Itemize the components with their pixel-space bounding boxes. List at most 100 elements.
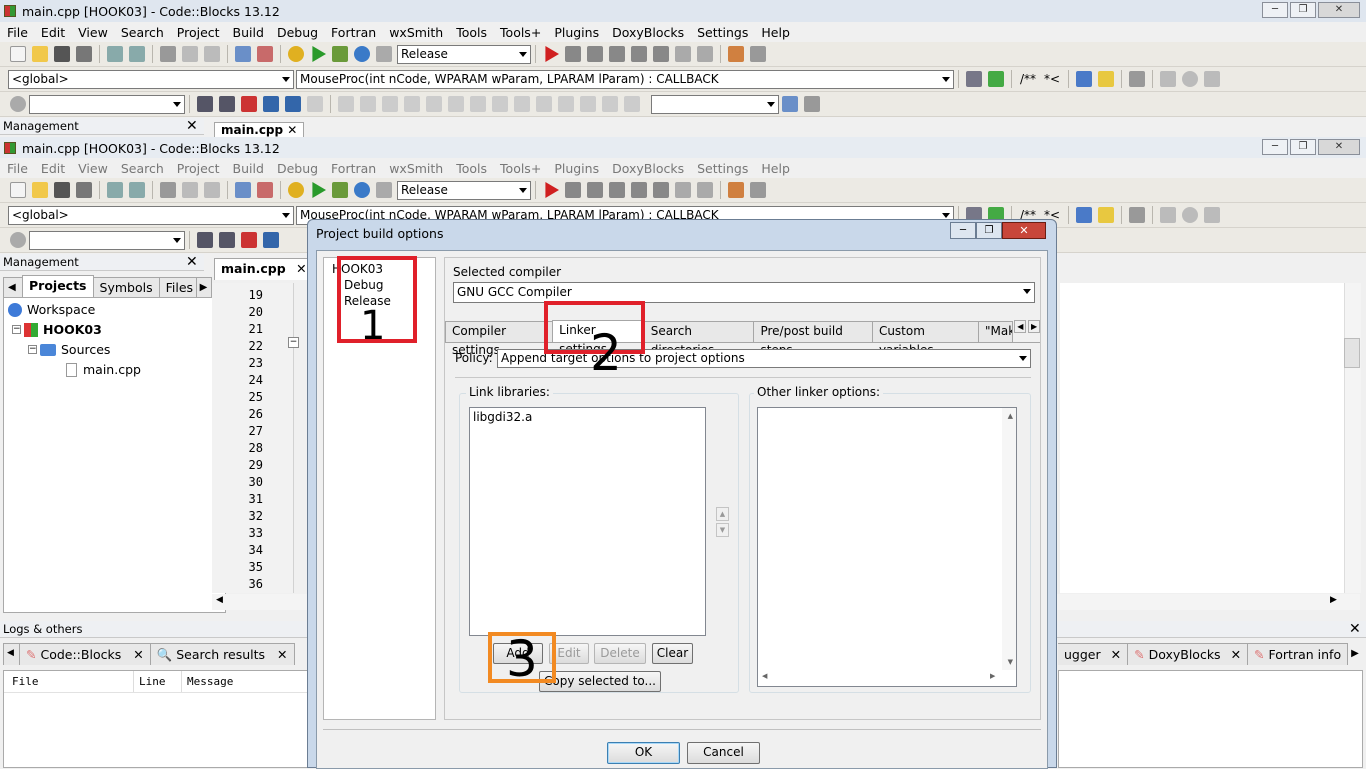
tree-workspace[interactable]: Workspace (8, 302, 95, 317)
f-run-icon[interactable] (312, 182, 326, 198)
menu-search[interactable]: Search (114, 25, 170, 40)
tab-make-commands[interactable]: "Make (978, 321, 1014, 342)
search-tab-close-icon[interactable]: ✕ (277, 647, 287, 662)
menu-toolsplus[interactable]: Tools+ (493, 25, 547, 40)
logs-tab-close-icon[interactable]: ✕ (133, 647, 143, 662)
build-gear-icon[interactable] (288, 46, 304, 62)
f-paste-icon[interactable] (204, 182, 220, 198)
tabs-right-arrow-icon[interactable]: ▶ (1028, 320, 1040, 333)
f-debug-pause-icon[interactable] (675, 182, 691, 198)
menu-wxsmith[interactable]: wxSmith (382, 25, 449, 40)
debug-run-icon[interactable] (545, 46, 559, 62)
doxy-line-comment[interactable]: *< (1044, 72, 1060, 86)
tab-prepost-build[interactable]: Pre/post build steps (753, 321, 873, 357)
f-debug-windows-icon[interactable] (728, 182, 744, 198)
f-debug-next-icon[interactable] (587, 182, 603, 198)
tabs-scroll-left-icon[interactable]: ◀ (3, 277, 23, 297)
debug-next-icon[interactable] (587, 46, 603, 62)
hscroll-right-icon[interactable]: ▶ (1330, 595, 1337, 605)
nav-forward-icon[interactable] (219, 96, 235, 112)
editor-text-area[interactable] (1060, 283, 1360, 593)
vscroll-down-icon[interactable]: ▼ (1008, 658, 1013, 666)
f-search-combo[interactable] (29, 230, 185, 250)
doxy-block-comment[interactable]: /** (1020, 72, 1036, 86)
f-highlight-icon[interactable] (241, 232, 257, 248)
save-all-icon[interactable] (76, 46, 92, 62)
menu-plugins[interactable]: Plugins (547, 25, 605, 40)
management-close-icon[interactable]: ✕ (186, 255, 198, 269)
col-line[interactable]: Line (134, 671, 182, 692)
back-editor-tab[interactable]: main.cpp ✕ (214, 122, 305, 138)
f-nav-forward-icon[interactable] (219, 232, 235, 248)
tabs-left-arrow-icon[interactable]: ◀ (1014, 320, 1027, 333)
debugger-tab-close-icon[interactable]: ✕ (1111, 647, 1121, 662)
doxy-tab-close-icon[interactable]: ✕ (1231, 647, 1241, 662)
f-doxy-help-icon[interactable] (1098, 207, 1115, 223)
front-maximize-icon[interactable]: ❐ (1290, 139, 1316, 155)
logs-tab-doxyblocks[interactable]: ✎ DoxyBlocks ✕ (1127, 643, 1249, 665)
logs-list[interactable]: File Line Message (3, 670, 308, 768)
hscroll-right-small-icon[interactable]: ▶ (990, 672, 995, 680)
f-open-folder-icon[interactable] (32, 182, 48, 198)
open-folder-icon[interactable] (32, 46, 48, 62)
f-abort-icon[interactable] (376, 182, 392, 198)
abort-icon[interactable] (376, 46, 392, 62)
logs-scroll-right-icon[interactable]: ▶ (1351, 643, 1359, 665)
widget-4-icon[interactable] (426, 96, 442, 112)
f-menu-toolsplus[interactable]: Tools+ (493, 161, 547, 176)
f-bookmark-next-icon[interactable] (1204, 207, 1221, 223)
other-linker-vscroll[interactable] (1002, 408, 1016, 670)
tree-project[interactable]: − HOOK03 (12, 322, 102, 337)
f-menu-fortran[interactable]: Fortran (324, 161, 382, 176)
f-debug-stop-icon[interactable] (697, 182, 713, 198)
f-debug-run-icon[interactable] (545, 182, 559, 198)
clear-search-icon[interactable] (10, 96, 26, 112)
build-target-select[interactable]: Release (397, 44, 531, 64)
build-run-icon[interactable] (332, 46, 348, 62)
redo-icon[interactable] (129, 46, 145, 62)
debug-windows-icon[interactable] (728, 46, 744, 62)
copy-icon[interactable] (182, 46, 198, 62)
f-menu-plugins[interactable]: Plugins (547, 161, 605, 176)
compiler-select[interactable]: GNU GCC Compiler (453, 282, 1035, 303)
logs-tab-codeblocks[interactable]: ✎ Code::Blocks ✕ (19, 643, 151, 665)
widget-7-icon[interactable] (492, 96, 508, 112)
zoom-in-icon[interactable] (558, 96, 574, 112)
f-menu-tools[interactable]: Tools (449, 161, 493, 176)
back-search-combo[interactable] (29, 94, 185, 114)
run-icon[interactable] (312, 46, 326, 62)
widget-9-icon[interactable] (536, 96, 552, 112)
close-icon[interactable]: ✕ (1318, 2, 1360, 18)
jump-decl-icon[interactable] (966, 71, 982, 87)
find-icon[interactable] (235, 46, 251, 62)
dialog-close-icon[interactable]: ✕ (1002, 222, 1046, 239)
widget-8-icon[interactable] (514, 96, 530, 112)
f-menu-help[interactable]: Help (754, 161, 796, 176)
back-search-combo-2[interactable] (651, 94, 779, 114)
hscroll-left-small-icon[interactable]: ◀ (762, 672, 767, 680)
f-save-icon[interactable] (54, 182, 70, 198)
move-down-icon[interactable]: ▼ (716, 523, 729, 537)
f-doxywizard-icon[interactable] (1076, 207, 1093, 223)
f-debug-step-icon[interactable] (565, 182, 581, 198)
f-clear-search-icon[interactable] (10, 232, 26, 248)
menu-debug[interactable]: Debug (270, 25, 324, 40)
col-message[interactable]: Message (182, 671, 233, 692)
paste-icon[interactable] (204, 46, 220, 62)
dialog-minimize-icon[interactable]: ─ (950, 222, 976, 239)
tab-search-directories[interactable]: Search directories (643, 321, 755, 357)
doxy-help-icon[interactable] (1098, 71, 1115, 87)
menu-view[interactable]: View (71, 25, 114, 40)
fold-marker-icon[interactable]: − (288, 337, 299, 348)
pointer-icon[interactable] (338, 96, 354, 112)
delete-button[interactable]: Delete (594, 643, 646, 664)
editor-tab[interactable]: main.cpp ✕ (214, 258, 314, 280)
f-nav-back-icon[interactable] (197, 232, 213, 248)
f-select-target-icon[interactable] (263, 232, 279, 248)
save-icon[interactable] (54, 46, 70, 62)
debug-info-icon[interactable] (750, 46, 766, 62)
highlight-icon[interactable] (241, 96, 257, 112)
collapse-sources-icon[interactable]: − (28, 345, 37, 354)
minimize-icon[interactable]: ─ (1262, 2, 1288, 18)
f-save-all-icon[interactable] (76, 182, 92, 198)
